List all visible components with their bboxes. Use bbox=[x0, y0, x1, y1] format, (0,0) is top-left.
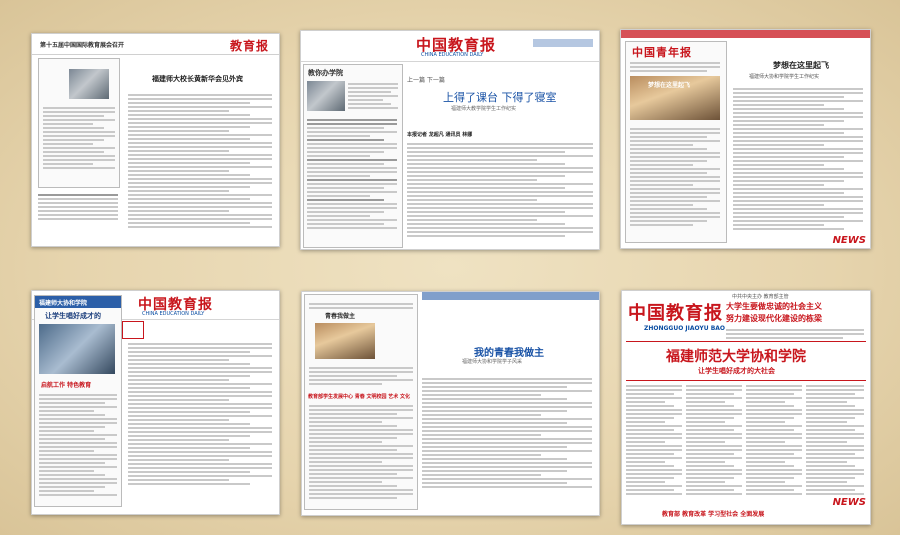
thumb6-feature[interactable]: 福建师范大学协和学院 bbox=[666, 346, 806, 366]
thumb1-side-item[interactable] bbox=[38, 202, 118, 204]
thumb3-article-text bbox=[733, 86, 863, 232]
thumb6-top-text bbox=[726, 327, 864, 341]
thumb1-side-item[interactable] bbox=[38, 214, 118, 216]
thumb5-subline: 福建师大协和学院学子风采 bbox=[462, 359, 523, 365]
thumb3-page-text-bottom bbox=[630, 126, 720, 228]
thumb6-col-1 bbox=[626, 383, 682, 497]
newspaper-thumbnail-2[interactable]: 中国教育报 CHINA EDUCATION DAILY 教你办学院 上一篇 下一… bbox=[300, 30, 600, 250]
thumb1-side-item[interactable] bbox=[38, 198, 118, 200]
thumb2-header: 中国教育报 CHINA EDUCATION DAILY bbox=[301, 31, 599, 62]
thumb5-title-bottom: 教育部学生发展中心 青春 文明校园 艺术 文化 bbox=[308, 394, 410, 400]
thumb6-col-4 bbox=[806, 383, 864, 497]
newspaper-thumbnail-5[interactable]: 青春我做主 教育部学生发展中心 青春 文明校园 艺术 文化 我的青春我做主 福建… bbox=[301, 291, 600, 516]
thumb4-highlight-box bbox=[122, 321, 144, 339]
thumb6-news-tag: NEWS bbox=[832, 497, 866, 508]
thumb4-page-preview[interactable]: 福建师大协和学院 让学生唱好成才的 启航工作 特色教育 bbox=[34, 295, 122, 507]
thumb1-side-item[interactable] bbox=[38, 206, 118, 208]
thumb5-toolbar[interactable] bbox=[422, 292, 599, 300]
thumb3-page-photo: 梦想在这里起飞 bbox=[630, 76, 720, 120]
thumb2-sub: CHINA EDUCATION DAILY bbox=[421, 52, 484, 58]
thumb1-page-text bbox=[43, 105, 115, 171]
thumb1-article-text bbox=[128, 92, 272, 230]
thumb4-page-banner: 福建师大协和学院 bbox=[35, 296, 121, 308]
thumb3-news-tag: NEWS bbox=[832, 235, 866, 246]
thumb2-page-preview[interactable]: 教你办学院 bbox=[303, 64, 403, 248]
thumb1-side-list bbox=[38, 192, 118, 222]
thumb5-page-text-mid bbox=[309, 365, 413, 387]
thumb6-feature-banner: 福建师范大学协和学院 让学生唱好成才的大社会 bbox=[626, 341, 866, 381]
thumb5-article-text bbox=[422, 376, 592, 490]
thumb1-side-item[interactable] bbox=[38, 210, 118, 212]
newspaper-thumbnail-3[interactable]: 中国青年报 梦想在这里起飞 梦想在这里起飞 福建师大协和学院学生工作纪实 NEW… bbox=[620, 29, 871, 249]
thumb1-headline[interactable]: 福建师大校长黄新华会见外宾 bbox=[152, 74, 243, 84]
thumb5-page-photo bbox=[315, 323, 375, 359]
thumb2-article-text bbox=[407, 141, 593, 239]
thumb5-page-text-top bbox=[309, 301, 413, 311]
thumb4-page-text bbox=[39, 392, 117, 498]
thumb4-article-text bbox=[128, 341, 272, 487]
thumb3-masthead: 中国青年报 bbox=[632, 46, 692, 59]
thumb3-subline: 福建师大协和学院学生工作纪实 bbox=[749, 74, 820, 80]
thumb5-page-preview[interactable]: 青春我做主 教育部学生发展中心 青春 文明校园 艺术 文化 bbox=[304, 294, 418, 510]
thumb2-page-photo bbox=[307, 81, 345, 111]
thumb6-top-note: 中共中央主办 教育部主管 bbox=[732, 294, 789, 300]
thumb1-side-item[interactable] bbox=[38, 218, 118, 220]
thumb3-headline[interactable]: 梦想在这里起飞 bbox=[773, 60, 829, 71]
thumb2-nav-bar[interactable] bbox=[533, 39, 593, 47]
thumb2-byline: 本报记者 龙超凡 通讯员 林娜 bbox=[407, 132, 473, 138]
thumb5-section: 青春我做主 bbox=[325, 313, 356, 320]
thumb6-feature-body bbox=[626, 383, 866, 499]
thumb4-sub-head: 启航工作 特色教育 bbox=[41, 382, 92, 389]
thumb6-footer: 教育部 教育改革 学习型社会 全面发展 bbox=[662, 511, 765, 518]
thumb2-section-title: 教你办学院 bbox=[308, 69, 343, 77]
thumb6-masthead: 中国教育报 bbox=[628, 303, 723, 324]
thumb2-page-text-a bbox=[348, 81, 398, 111]
thumb1-page-preview[interactable] bbox=[38, 58, 120, 188]
thumb6-headline-1[interactable]: 大学生要做忠诚的社会主义 bbox=[726, 301, 822, 312]
thumb1-header: 第十五届中国国际教育展会召开 教育报 bbox=[32, 34, 279, 55]
thumb3-page-text-top bbox=[630, 60, 720, 74]
thumb4-banner: 福建师大协和学院 bbox=[39, 300, 88, 307]
thumb4-sub: CHINA EDUCATION DAILY bbox=[142, 311, 205, 317]
thumb4-page-photo bbox=[39, 324, 115, 374]
thumb2-subline: 福建师大教学院学生工作纪实 bbox=[451, 106, 517, 112]
newspaper-thumbnail-1[interactable]: 第十五届中国国际教育展会召开 教育报 福建师大校长黄新华会见外宾 bbox=[31, 33, 280, 247]
thumb2-page-text-b bbox=[307, 117, 397, 231]
thumb1-masthead: 教育报 bbox=[229, 39, 269, 53]
thumb3-page-preview[interactable]: 中国青年报 梦想在这里起飞 bbox=[625, 41, 727, 243]
thumb6-col-3 bbox=[746, 383, 802, 497]
thumb6-sub-masthead: ZHONGGUO JIAOYU BAO bbox=[644, 325, 726, 332]
thumb5-headline[interactable]: 我的青春我做主 bbox=[474, 344, 544, 359]
newspaper-thumbnail-6[interactable]: 中共中央主办 教育部主管 中国教育报 大学生要做忠诚的社会主义 努力建设现代化建… bbox=[621, 290, 871, 525]
thumb5-page-text-bottom bbox=[309, 403, 413, 501]
thumb1-banner: 第十五届中国国际教育展会召开 bbox=[40, 42, 125, 49]
thumb4-page-headline: 让学生唱好成才的 bbox=[45, 312, 101, 320]
thumb3-toolbar[interactable] bbox=[621, 30, 870, 38]
thumb6-headline-2[interactable]: 努力建设现代化建设的栋梁 bbox=[726, 313, 822, 324]
newspaper-thumbnail-4[interactable]: 中国教育报 CHINA EDUCATION DAILY 福建师大协和学院 让学生… bbox=[31, 290, 280, 515]
thumb3-photo-caption: 梦想在这里起飞 bbox=[648, 82, 691, 89]
thumb1-page-photo bbox=[69, 69, 109, 99]
thumb6-col-2 bbox=[686, 383, 742, 497]
thumb2-headline[interactable]: 上得了课台 下得了寝室 bbox=[443, 89, 557, 105]
thumb1-side-item[interactable] bbox=[38, 194, 118, 196]
thumb2-pager[interactable]: 上一篇 下一篇 bbox=[407, 75, 445, 84]
thumb6-feature-sub: 让学生唱好成才的大社会 bbox=[698, 367, 775, 375]
